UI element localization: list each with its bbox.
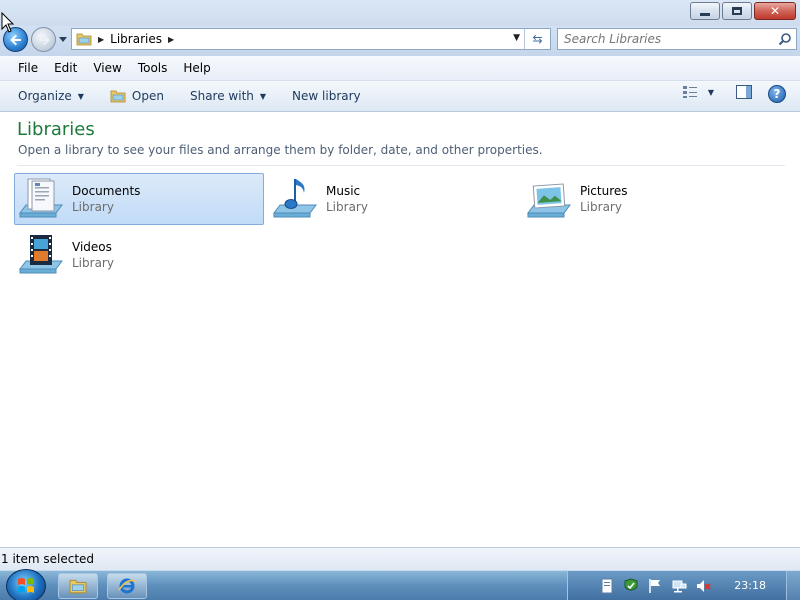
pictures-library-icon: [524, 175, 576, 223]
library-item-videos[interactable]: Videos Library: [14, 229, 264, 281]
libraries-folder-icon: [76, 33, 92, 46]
share-with-label: Share with: [189, 89, 254, 103]
divider: [17, 165, 785, 166]
security-shield-icon[interactable]: [623, 578, 639, 594]
clock[interactable]: 23:18: [734, 579, 766, 592]
close-icon: ✕: [769, 4, 781, 18]
library-item-music[interactable]: Music Library: [268, 173, 518, 225]
music-library-icon: [270, 175, 322, 223]
videos-library-icon: [16, 231, 68, 279]
page-title: Libraries: [17, 119, 95, 140]
menu-edit[interactable]: Edit: [46, 61, 85, 75]
caption-buttons: ✕: [688, 2, 796, 20]
documents-library-icon: [16, 175, 68, 223]
breadcrumb-separator-icon[interactable]: ▶: [168, 35, 174, 44]
volume-muted-icon[interactable]: [695, 578, 711, 594]
library-name: Pictures: [580, 184, 628, 198]
library-type: Library: [326, 200, 368, 214]
new-library-label: New library: [292, 89, 361, 103]
chevron-down-icon: ▼: [77, 91, 84, 101]
start-button[interactable]: [6, 569, 46, 600]
library-item-pictures[interactable]: Pictures Library: [522, 173, 772, 225]
open-folder-icon: [110, 90, 126, 103]
new-library-button[interactable]: New library: [284, 84, 369, 108]
search-icon[interactable]: [778, 32, 792, 46]
address-bar[interactable]: ▶ Libraries ▶ ▼ ⇆: [71, 28, 551, 50]
command-bar: Organize ▼ Open Share with ▼ New library…: [0, 81, 800, 112]
menu-tools[interactable]: Tools: [130, 61, 176, 75]
status-bar: 1 item selected: [0, 547, 800, 570]
action-center-flag-icon[interactable]: [647, 578, 663, 594]
refresh-icon: ⇆: [532, 32, 543, 46]
taskbar: 23:18: [0, 569, 800, 600]
explorer-folder-icon: [69, 579, 87, 594]
minimize-icon: [700, 12, 710, 16]
network-icon[interactable]: [671, 578, 687, 594]
arrow-left-icon: [9, 34, 21, 45]
taskbar-internet-explorer[interactable]: [107, 573, 147, 599]
maximize-button[interactable]: [722, 2, 752, 20]
page-description: Open a library to see your files and arr…: [18, 143, 543, 157]
library-type: Library: [72, 200, 114, 214]
organize-label: Organize: [18, 89, 72, 103]
mouse-cursor-icon: [1, 12, 15, 33]
document-tray-icon[interactable]: [599, 578, 615, 594]
view-list-icon: [682, 86, 697, 98]
breadcrumb-separator-icon[interactable]: ▶: [98, 35, 104, 44]
open-button[interactable]: Open: [102, 84, 172, 108]
status-text: 1 item selected: [1, 552, 95, 566]
library-type: Library: [580, 200, 622, 214]
change-view-button[interactable]: ▼: [682, 85, 714, 99]
chevron-down-icon: ▼: [707, 87, 714, 97]
menu-help[interactable]: Help: [175, 61, 218, 75]
menu-bar: File Edit View Tools Help: [0, 56, 800, 81]
library-type: Library: [72, 256, 114, 270]
maximize-icon: [732, 7, 742, 15]
chevron-down-icon: ▼: [259, 91, 267, 101]
preview-pane-icon: [736, 85, 752, 99]
share-with-button[interactable]: Share with ▼: [182, 84, 274, 108]
help-icon: ?: [768, 85, 786, 103]
library-name: Music: [326, 184, 361, 198]
search-box[interactable]: [557, 28, 797, 50]
taskbar-windows-explorer[interactable]: [58, 573, 98, 599]
content-pane: Libraries Open a library to see your fil…: [0, 112, 800, 547]
library-name: Documents: [72, 184, 141, 198]
menu-view[interactable]: View: [85, 61, 129, 75]
breadcrumb-libraries[interactable]: Libraries: [110, 32, 162, 46]
recent-pages-dropdown[interactable]: [58, 35, 68, 43]
windows-logo-icon: [18, 578, 34, 593]
organize-button[interactable]: Organize ▼: [10, 84, 92, 108]
minimize-button[interactable]: [690, 2, 720, 20]
show-desktop-button[interactable]: [786, 571, 800, 600]
open-label: Open: [131, 89, 164, 103]
arrow-right-icon: [38, 34, 50, 45]
search-input[interactable]: [564, 32, 774, 46]
close-button[interactable]: ✕: [754, 2, 796, 20]
notification-area: 23:18: [567, 571, 800, 600]
address-dropdown-icon[interactable]: ▼: [513, 33, 520, 43]
menu-file[interactable]: File: [10, 61, 46, 75]
navigation-bar: ▶ Libraries ▶ ▼ ⇆: [0, 26, 800, 56]
title-bar: ✕: [0, 0, 800, 26]
library-item-documents[interactable]: Documents Library: [14, 173, 264, 225]
forward-button[interactable]: [31, 27, 56, 52]
preview-pane-button[interactable]: [736, 85, 752, 99]
internet-explorer-icon: [118, 578, 136, 594]
help-button[interactable]: ?: [768, 85, 786, 103]
refresh-button[interactable]: ⇆: [524, 29, 550, 49]
library-name: Videos: [72, 240, 112, 254]
